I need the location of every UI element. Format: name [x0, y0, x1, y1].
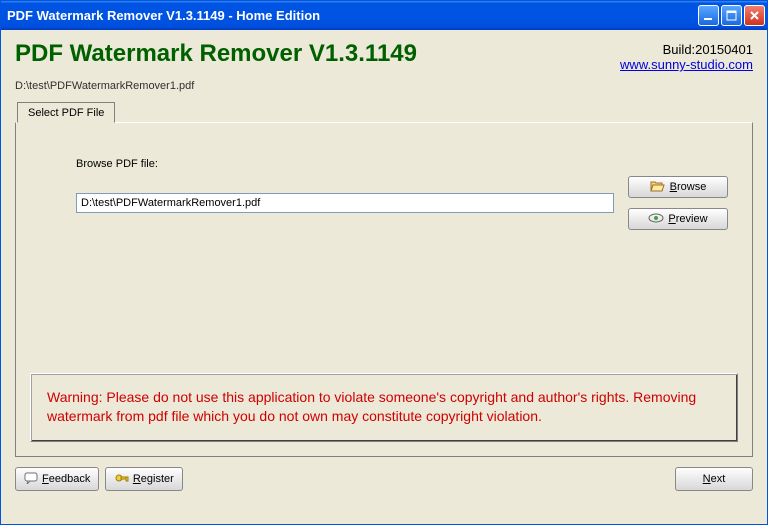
- window-controls: [698, 5, 765, 26]
- feedback-button[interactable]: Feedback: [15, 467, 99, 491]
- register-button-label: Register: [133, 473, 174, 485]
- window-title: PDF Watermark Remover V1.3.1149 - Home E…: [7, 8, 698, 23]
- maximize-button[interactable]: [721, 5, 742, 26]
- close-button[interactable]: [744, 5, 765, 26]
- preview-button[interactable]: Preview: [628, 208, 728, 230]
- next-button-label: Next: [703, 473, 726, 485]
- register-button[interactable]: Register: [105, 467, 183, 491]
- folder-open-icon: [650, 179, 666, 195]
- website-link[interactable]: www.sunny-studio.com: [620, 57, 753, 72]
- next-button[interactable]: Next: [675, 467, 753, 491]
- content-area: PDF Watermark Remover V1.3.1149 Build:20…: [1, 30, 767, 524]
- browse-label: Browse PDF file:: [76, 158, 728, 170]
- browse-button-label: Browse: [670, 181, 707, 193]
- feedback-button-label: Feedback: [42, 473, 90, 485]
- tab-select-pdf[interactable]: Select PDF File: [17, 102, 115, 123]
- tab-area: Select PDF File Browse PDF file: Browse: [15, 102, 753, 457]
- side-buttons: Browse Preview: [628, 176, 728, 230]
- file-path-input[interactable]: [76, 193, 614, 213]
- file-row: Browse Preview: [76, 176, 728, 230]
- titlebar: PDF Watermark Remover V1.3.1149 - Home E…: [1, 1, 767, 30]
- tab-body: Browse PDF file: Browse: [15, 122, 753, 457]
- build-text: Build:20150401: [620, 42, 753, 57]
- app-window: PDF Watermark Remover V1.3.1149 - Home E…: [0, 0, 768, 525]
- bottom-bar: Feedback Register Next: [15, 457, 753, 491]
- speech-bubble-icon: [24, 472, 38, 487]
- eye-icon: [648, 213, 664, 226]
- key-icon: [115, 472, 129, 487]
- minimize-button[interactable]: [698, 5, 719, 26]
- file-path-display: D:\test\PDFWatermarkRemover1.pdf: [15, 80, 753, 92]
- preview-button-label: Preview: [668, 213, 707, 225]
- app-title: PDF Watermark Remover V1.3.1149: [15, 40, 620, 68]
- header-row: PDF Watermark Remover V1.3.1149 Build:20…: [15, 40, 753, 72]
- browse-button[interactable]: Browse: [628, 176, 728, 198]
- header-right: Build:20150401 www.sunny-studio.com: [620, 40, 753, 72]
- warning-box: Warning: Please do not use this applicat…: [30, 373, 738, 442]
